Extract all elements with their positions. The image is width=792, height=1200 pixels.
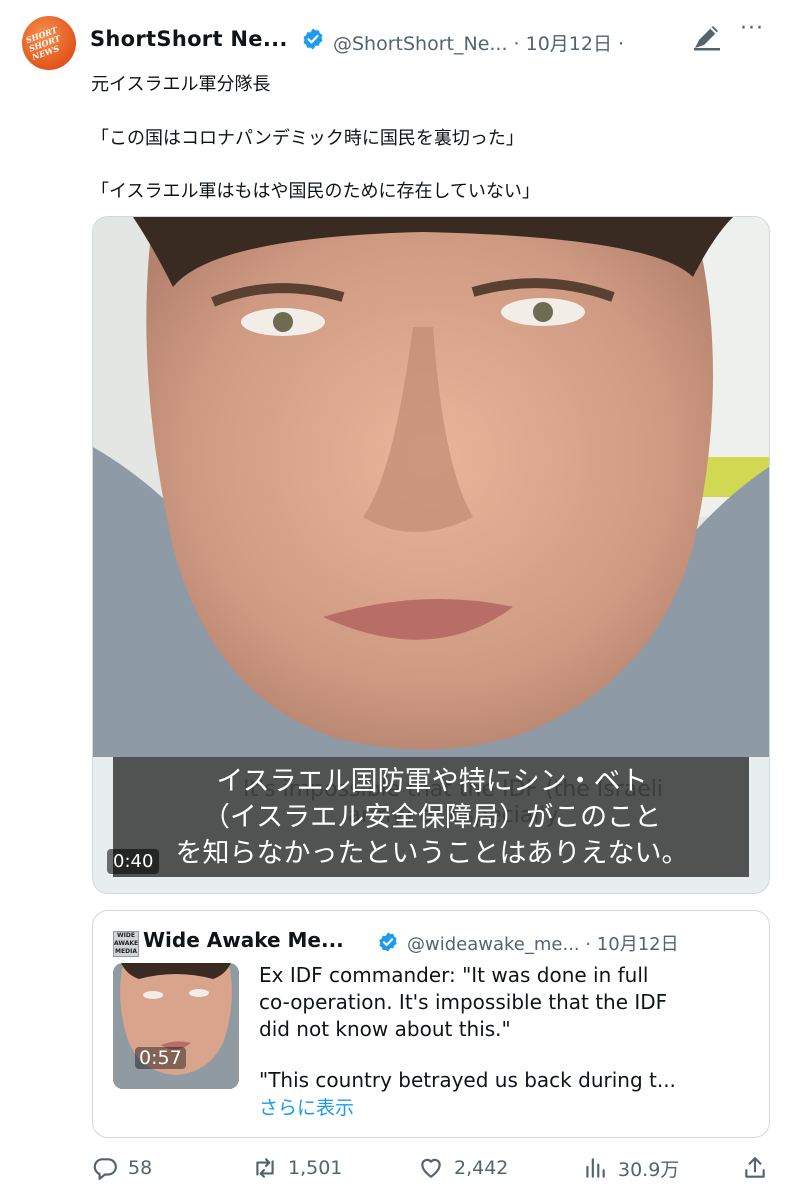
views-button[interactable]: 30.9万 [582, 1154, 679, 1182]
share-button[interactable] [742, 1154, 778, 1182]
quote-tweet-card[interactable]: WIDE AWAKE MEDIA Wide Awake Me... @widea… [92, 910, 770, 1138]
heart-icon [421, 1158, 441, 1178]
tweet-text-line-1: 元イスラエル軍分隊長 [91, 74, 271, 95]
share-icon [745, 1157, 765, 1178]
quote-video-thumbnail[interactable]: 0:57 [113, 963, 239, 1089]
quote-author-name[interactable]: Wide Awake Me... [143, 928, 344, 952]
quote-text-line-1: Ex IDF commander: "It was done in full [259, 963, 649, 987]
reply-button[interactable]: 58 [92, 1154, 152, 1182]
reply-count: 58 [128, 1157, 153, 1179]
author-name[interactable]: ShortShort Ne... [90, 27, 288, 51]
tweet-text-line-2: 「この国はコロナパンデミック時に国民を裏切った」 [91, 128, 524, 149]
grok-pencil-icon[interactable] [690, 19, 724, 53]
avatar-logo-text: SHORT SHORT NEWS [24, 24, 62, 63]
quote-video-timer: 0:57 [135, 1047, 186, 1069]
tweet-text-line-3: 「イスラエル軍はもはや国民のために存在していない」 [91, 181, 540, 202]
quote-author-avatar[interactable]: WIDE AWAKE MEDIA [113, 931, 139, 957]
subtitle-japanese-line-3: を知らなかったということはありえない。 [175, 838, 689, 869]
retweet-count: 1,501 [288, 1157, 343, 1179]
quote-text-line-2: co-operation. It's impossible that the I… [259, 990, 668, 1014]
show-more-link[interactable]: さらに表示 [259, 1093, 354, 1120]
author-handle-date[interactable]: @ShortShort_Ne... · 10月12日 · [333, 29, 624, 56]
views-chart-icon [586, 1158, 605, 1178]
quote-text-line-3: did not know about this." [259, 1017, 511, 1041]
retweet-icon [256, 1158, 274, 1178]
quote-text-line-4: "This country betrayed us back during t.… [259, 1068, 676, 1092]
like-button[interactable]: 2,442 [418, 1154, 508, 1182]
like-count: 2,442 [454, 1157, 509, 1179]
verified-badge-icon [379, 932, 397, 952]
author-avatar[interactable]: SHORT SHORT NEWS [22, 16, 76, 70]
subtitle-japanese-line-1: イスラエル国防軍や特にシン・ベト [216, 766, 648, 797]
video-timer: 0:40 [107, 849, 160, 874]
more-options-icon[interactable]: ··· [740, 18, 764, 40]
quote-handle-date[interactable]: @wideawake_me... · 10月12日 [407, 930, 679, 956]
subtitle-japanese-line-2: （イスラエル安全保障局）がこのこと [202, 802, 662, 833]
reply-icon [93, 1158, 117, 1180]
verified-badge-icon [303, 28, 323, 50]
video-player[interactable]: It's impossible that the IDF (the Israel… [92, 216, 770, 894]
retweet-button[interactable]: 1,501 [252, 1154, 342, 1182]
video-frame-image [93, 217, 769, 757]
views-count: 30.9万 [618, 1158, 680, 1181]
quote-thumbnail-image [113, 963, 239, 1089]
